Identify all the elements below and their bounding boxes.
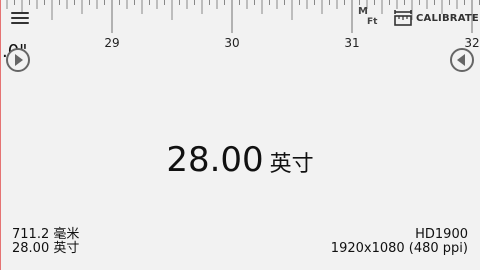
- conversion-info: 711.2 毫米 28.00 英寸: [12, 228, 79, 256]
- play-right-icon: [15, 54, 23, 66]
- unit-toggle-m: M: [358, 6, 368, 17]
- play-left-icon: [457, 54, 465, 66]
- ruler-label-32: 32: [464, 36, 480, 50]
- calibrate-ruler-icon: [394, 10, 412, 26]
- scroll-right-button[interactable]: [450, 48, 474, 72]
- ruler-label-29: 29: [104, 36, 120, 50]
- device-resolution: 1920x1080 (480 ppi): [330, 241, 468, 256]
- unit-toggle-ft: Ft: [367, 17, 378, 27]
- measurement-unit: 英寸: [269, 152, 314, 177]
- scroll-left-button[interactable]: [6, 48, 30, 72]
- ruler-label-31: 31: [344, 36, 360, 50]
- conversion-mm: 711.2 毫米: [12, 227, 80, 242]
- measurement-value: 28.00: [166, 140, 264, 180]
- ruler-screen: 29 30 31 32 M Ft CALIBRATE .0": [0, 0, 480, 270]
- hamburger-menu-icon[interactable]: [11, 10, 29, 26]
- conversion-inch: 28.00 英寸: [12, 241, 80, 256]
- device-model: HD1900: [415, 227, 468, 242]
- measurement-readout: 28.00 英寸: [0, 140, 480, 180]
- calibrate-label: CALIBRATE: [416, 12, 479, 24]
- device-info: HD1900 1920x1080 (480 ppi): [331, 228, 468, 256]
- m-ft-toggle-icon[interactable]: M Ft: [356, 6, 378, 30]
- ruler-label-30: 30: [224, 36, 240, 50]
- calibrate-button[interactable]: CALIBRATE: [394, 8, 479, 28]
